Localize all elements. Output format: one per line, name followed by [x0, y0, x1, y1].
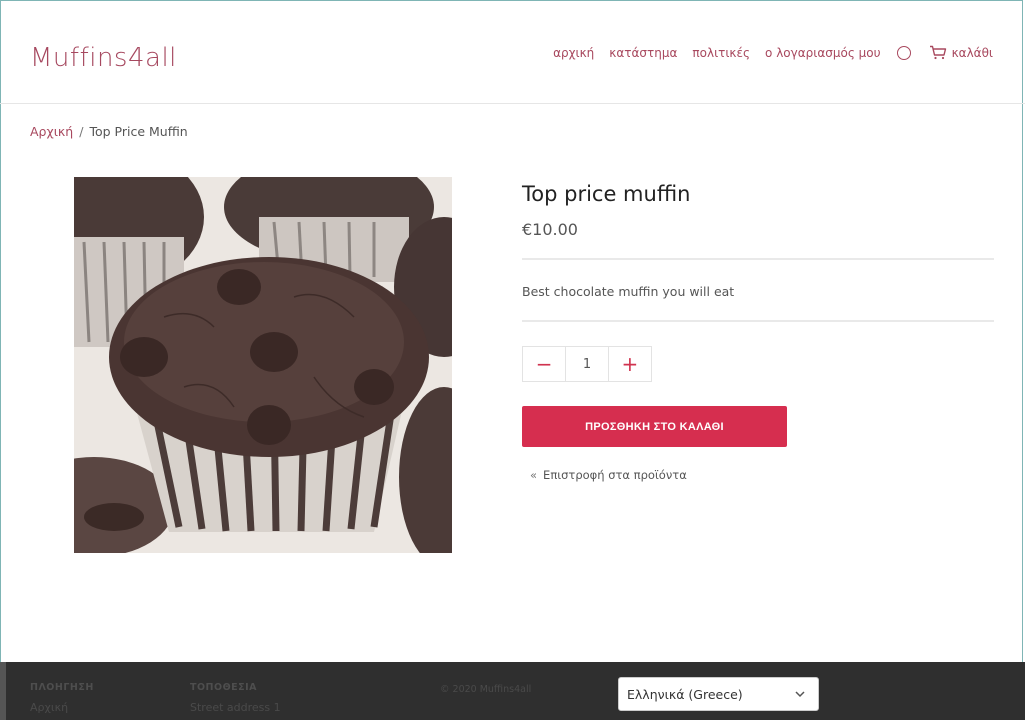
main-nav: αρχική κατάστημα πολιτικές ο λογαριασμός…: [538, 45, 993, 60]
divider: [522, 258, 994, 260]
quantity-input[interactable]: 1: [565, 347, 609, 381]
quantity-decrease-button[interactable]: −: [523, 347, 565, 381]
nav-item-home[interactable]: αρχική: [553, 46, 594, 60]
footer-location-heading: ΤΟΠΟΘΕΣΙΑ: [190, 682, 258, 693]
chevron-down-icon: [795, 691, 805, 698]
language-select[interactable]: Ελληνικά (Greece): [618, 677, 819, 711]
breadcrumb-home[interactable]: Αρχική: [30, 124, 73, 139]
nav-item-policies[interactable]: πολιτικές: [692, 46, 750, 60]
footer-copyright: © 2020 Muffins4all: [440, 684, 532, 695]
product-title: Top price muffin: [522, 182, 691, 206]
footer-nav-home-link[interactable]: Αρχική: [30, 701, 68, 714]
add-to-cart-button[interactable]: ΠΡΟΣΘΗΚΗ ΣΤΟ ΚΑΛΑΘΙ: [522, 406, 787, 447]
search-icon[interactable]: [896, 45, 911, 60]
back-to-products-label: Επιστροφή στα προϊόντα: [543, 468, 687, 482]
back-arrow-icon: «: [530, 468, 538, 482]
nav-item-my-account[interactable]: ο λογαριασμός μου: [765, 46, 881, 60]
product-description: Best chocolate muffin you will eat: [522, 284, 735, 299]
quantity-increase-button[interactable]: +: [609, 347, 651, 381]
footer-location-address: Street address 1: [190, 701, 281, 714]
divider: [522, 320, 994, 322]
product-image[interactable]: [74, 177, 452, 553]
nav-item-shop[interactable]: κατάστημα: [609, 46, 677, 60]
product-summary: Top price muffin €10.00 Best chocolate m…: [522, 180, 994, 482]
site-logo[interactable]: Muffins4all: [30, 43, 177, 73]
breadcrumb-separator: /: [79, 124, 84, 139]
site-header: Muffins4all αρχική κατάστημα πολιτικές ο…: [0, 0, 1025, 104]
cart-label: καλάθι: [951, 45, 993, 60]
language-select-value: Ελληνικά (Greece): [627, 686, 743, 702]
quantity-stepper: − 1 +: [522, 346, 652, 382]
footer-nav-heading: ΠΛΟΗΓΗΣΗ: [30, 682, 94, 693]
breadcrumb-current: Top Price Muffin: [89, 124, 188, 139]
cart-icon: [929, 45, 946, 60]
breadcrumb: Αρχική / Top Price Muffin: [30, 124, 188, 139]
cart-link[interactable]: καλάθι: [929, 45, 993, 60]
site-footer: ΠΛΟΗΓΗΣΗ Αρχική ΤΟΠΟΘΕΣΙΑ Street address…: [0, 662, 1025, 720]
product-price: €10.00: [522, 220, 578, 239]
back-to-products-link[interactable]: « Επιστροφή στα προϊόντα: [530, 468, 994, 482]
muffin-photo: [74, 177, 452, 553]
